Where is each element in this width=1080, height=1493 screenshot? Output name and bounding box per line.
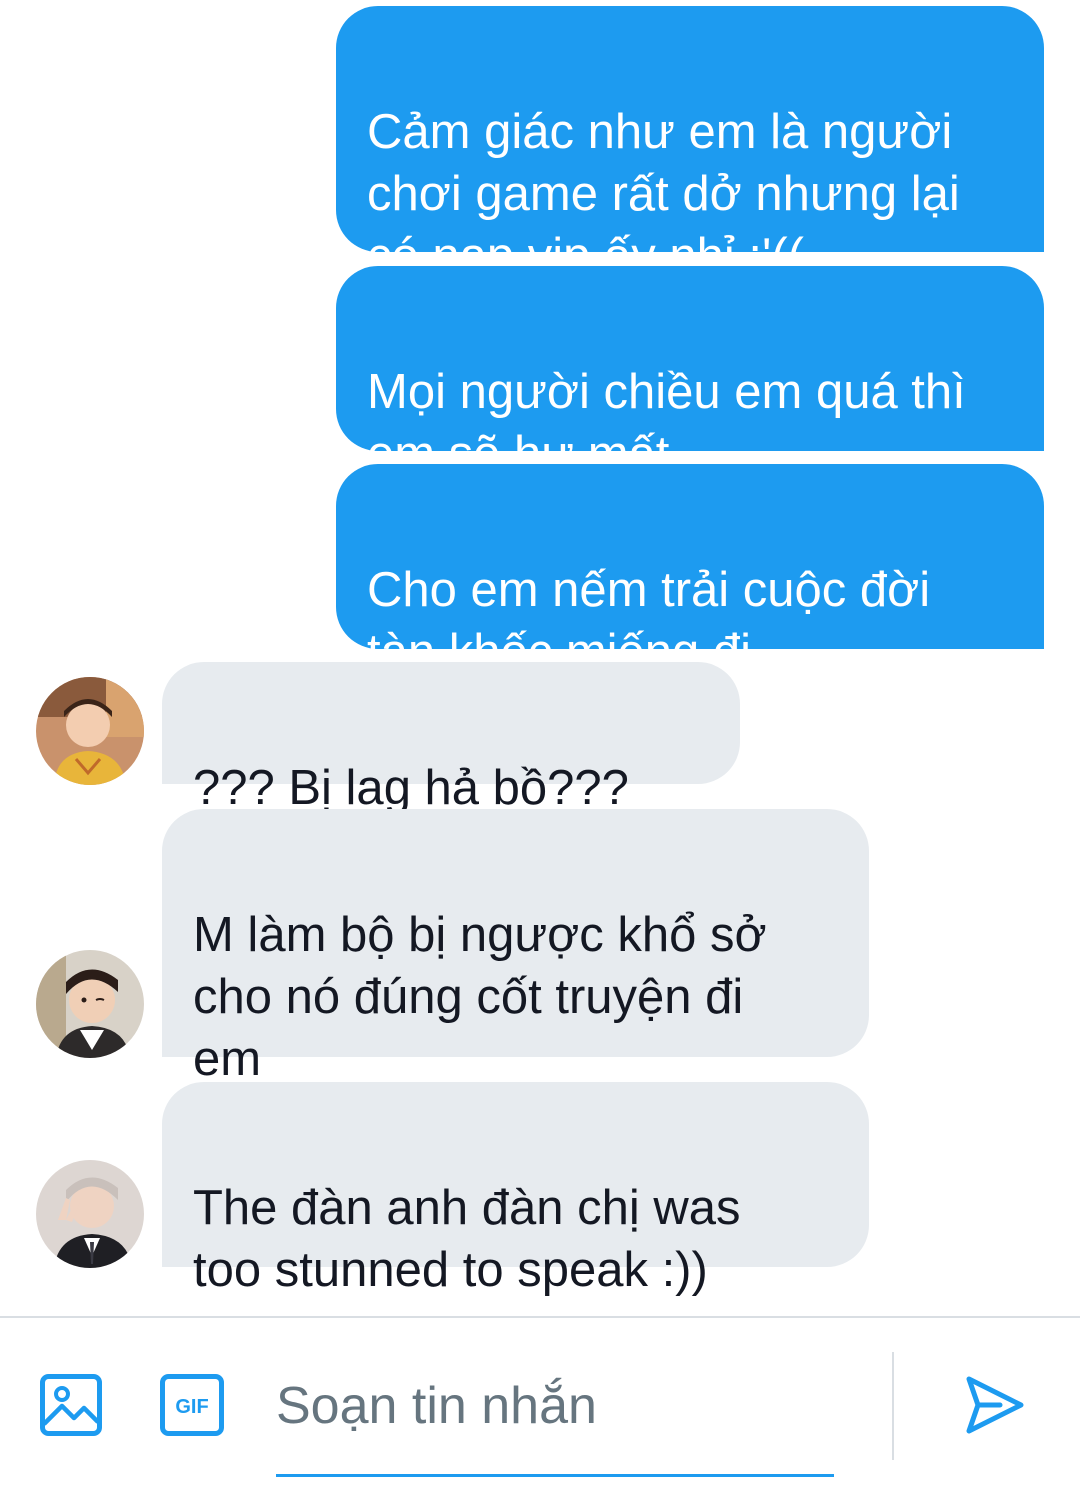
- incoming-message[interactable]: ??? Bị lag hả bồ???: [162, 662, 740, 878]
- input-underline: [276, 1474, 834, 1477]
- avatar[interactable]: [36, 677, 144, 785]
- avatar[interactable]: [36, 950, 144, 1058]
- send-icon[interactable]: [964, 1374, 1026, 1436]
- incoming-message[interactable]: M làm bộ bị ngược khổ sở cho nó đúng cốt…: [162, 809, 869, 1149]
- outgoing-message[interactable]: Mọi người chiều em quá thì em sẽ hư mất: [336, 266, 1044, 481]
- message-text: The đàn anh đàn chị was too stunned to s…: [193, 1181, 741, 1297]
- gif-icon[interactable]: GIF: [160, 1374, 224, 1436]
- image-icon[interactable]: [40, 1374, 102, 1436]
- conversation-thread: Cảm giác như em là người chơi game rất d…: [0, 0, 1080, 1316]
- divider: [892, 1352, 894, 1460]
- message-input[interactable]: Soạn tin nhắn: [276, 1370, 834, 1442]
- message-text: Cảm giác như em là người chơi game rất d…: [367, 105, 960, 283]
- gif-label: GIF: [175, 1396, 208, 1418]
- outgoing-message[interactable]: Cảm giác như em là người chơi game rất d…: [336, 6, 1044, 283]
- message-text: M làm bộ bị ngược khổ sở cho nó đúng cốt…: [193, 908, 767, 1086]
- avatar[interactable]: [36, 1160, 144, 1268]
- outgoing-message[interactable]: Cho em nếm trải cuộc đời tàn khốc miếng …: [336, 464, 1044, 679]
- message-text: ??? Bị lag hả bồ???: [193, 761, 629, 815]
- message-composer: GIF Soạn tin nhắn: [0, 1316, 1080, 1493]
- incoming-message[interactable]: The đàn anh đàn chị was too stunned to s…: [162, 1082, 869, 1297]
